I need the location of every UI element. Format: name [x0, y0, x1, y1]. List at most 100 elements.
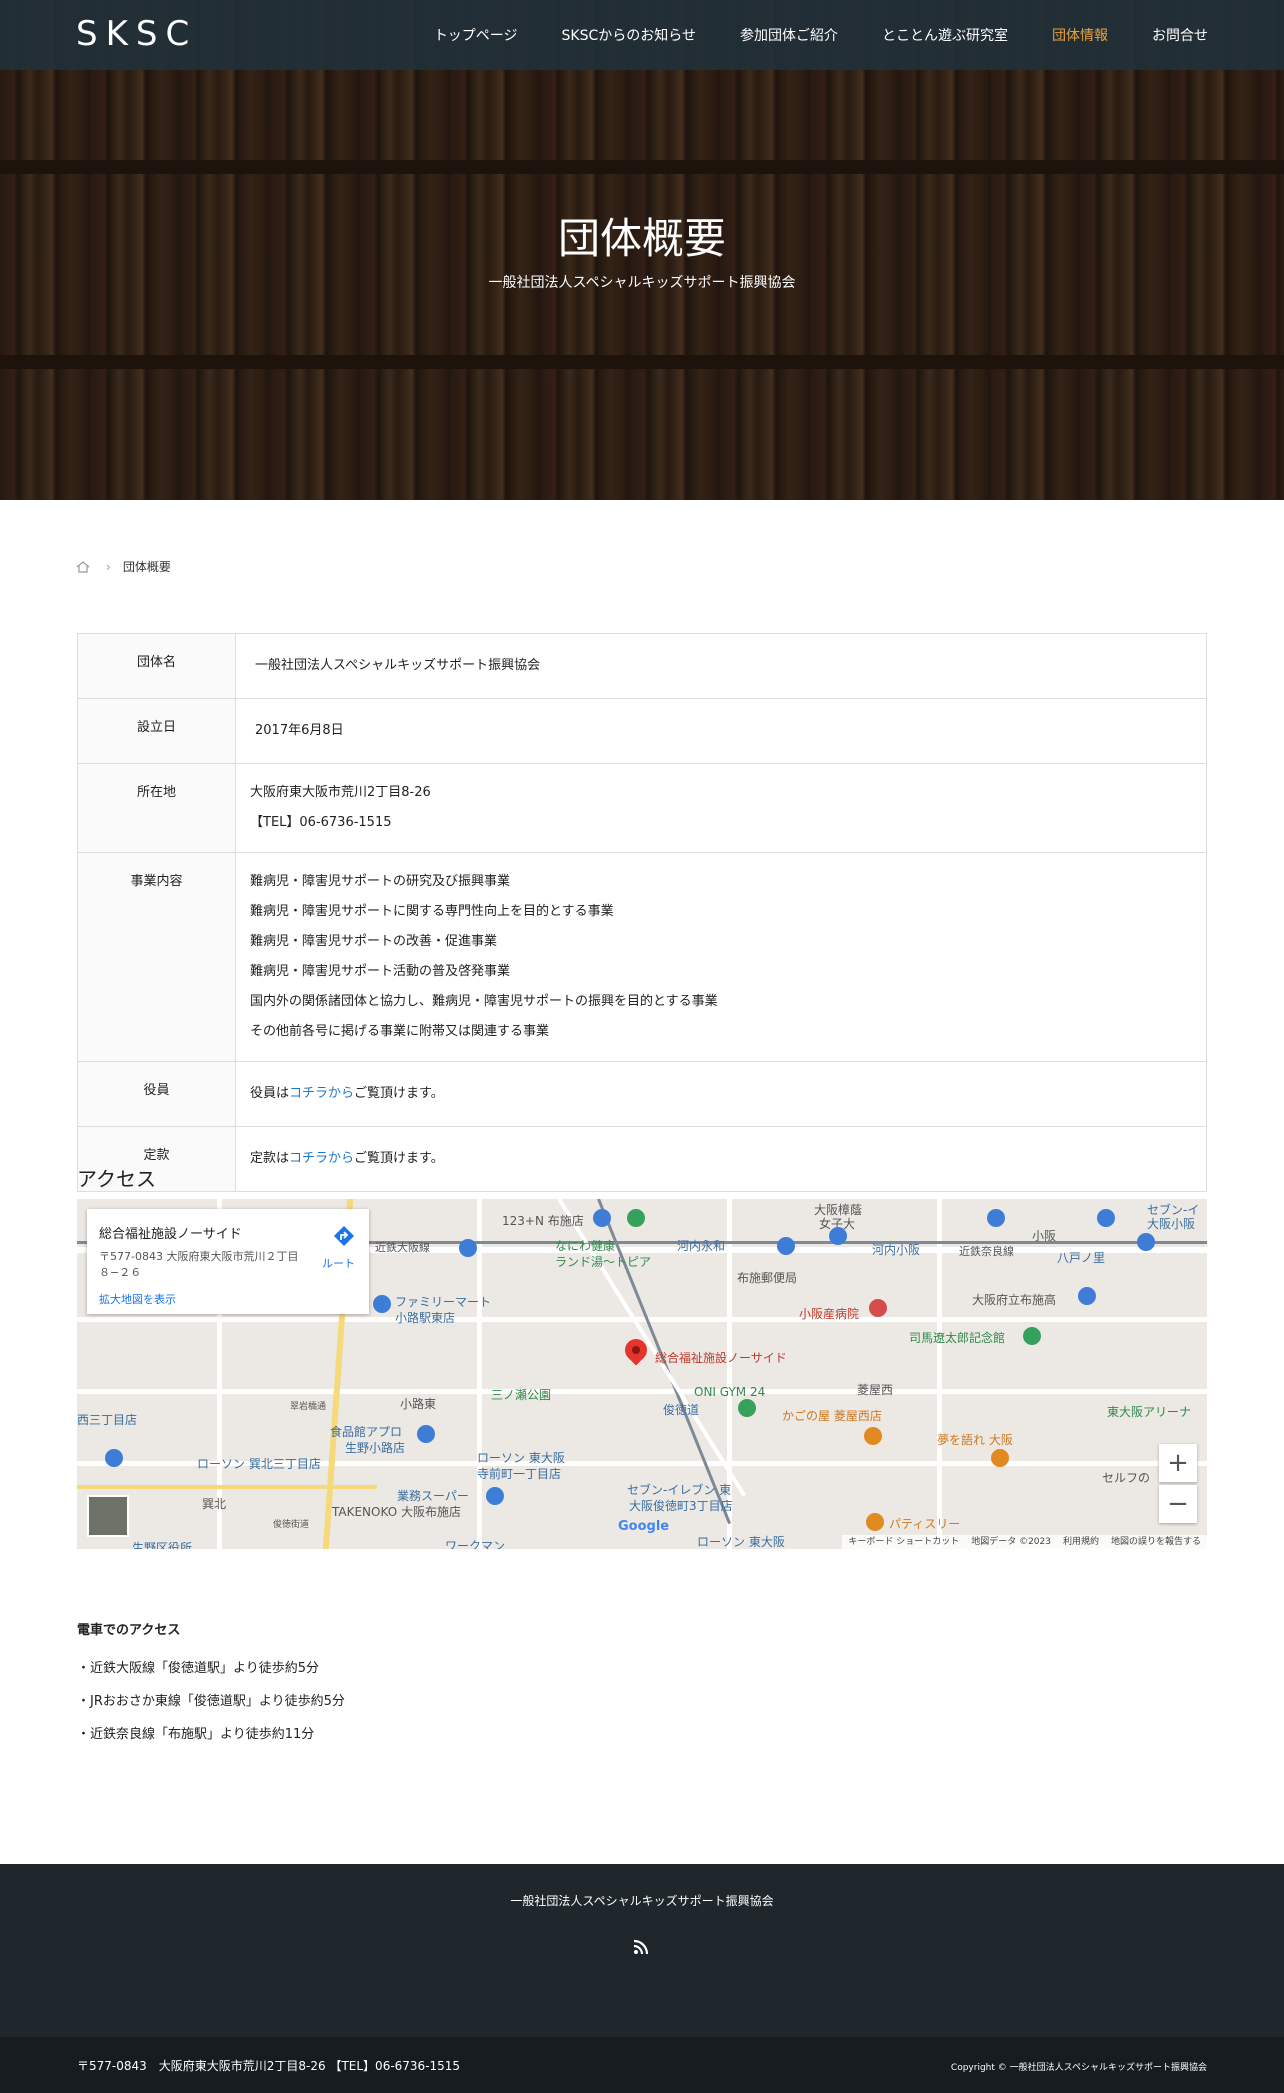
map-label: 八戸ノ里: [1057, 1251, 1106, 1265]
map-label: パティスリー: [889, 1517, 961, 1531]
train-access: 電車でのアクセス ・近鉄大阪線「俊徳道駅」より徒歩約5分 ・JRおおさか東線「俊…: [77, 1619, 345, 1751]
train-access-heading: 電車でのアクセス: [77, 1623, 181, 1638]
map-highway: [77, 1485, 377, 1489]
map-poi-icon[interactable]: [991, 1449, 1009, 1467]
map-poi-icon[interactable]: [1137, 1233, 1155, 1251]
map-label: ファミリーマート: [395, 1295, 492, 1309]
map-label: 寺前町一丁目店: [477, 1467, 562, 1481]
map-label: セルフの: [1102, 1471, 1151, 1485]
business-item: 難病児・障害児サポートの研究及び振興事業: [250, 874, 511, 889]
map-label: ローソン 巽北三丁目店: [197, 1457, 321, 1471]
map-label: 123+N 布施店: [502, 1214, 584, 1228]
site-header: SKSC トップページ SKSCからのお知らせ 参加団体ご紹介 とことん遊ぶ研究…: [0, 0, 1284, 70]
map-label: 業務スーパー: [397, 1489, 469, 1503]
map-label: かごの屋 菱屋西店: [782, 1409, 882, 1423]
map-poi-icon[interactable]: [869, 1299, 887, 1317]
map-road: [77, 1389, 1207, 1394]
nav-lab[interactable]: とことん遊ぶ研究室: [882, 25, 1008, 45]
directions-link[interactable]: ルート: [322, 1255, 355, 1271]
train-access-line: ・JRおおさか東線「俊徳道駅」より徒歩約5分: [77, 1694, 345, 1709]
map-poi-icon[interactable]: [777, 1237, 795, 1255]
rss-icon[interactable]: [632, 1938, 650, 1956]
map-label: 巽北: [202, 1497, 227, 1511]
map-poi-icon[interactable]: [486, 1487, 504, 1505]
satellite-toggle[interactable]: [87, 1495, 129, 1537]
map-poi-icon[interactable]: [987, 1209, 1005, 1227]
train-access-line: ・近鉄奈良線「布施駅」より徒歩約11分: [77, 1727, 315, 1742]
business-item: その他前各号に掲げる事業に附帯又は関連する事業: [250, 1024, 550, 1039]
directions-icon[interactable]: [333, 1225, 355, 1247]
business-item: 難病児・障害児サポートに関する専門性向上を目的とする事業: [250, 904, 614, 919]
map-label: 河内小阪: [872, 1243, 921, 1257]
home-icon[interactable]: [76, 560, 90, 573]
row-label: 事業内容: [77, 852, 236, 1062]
map-label: ランド湯〜トピア: [555, 1255, 652, 1269]
row-value: 定款はコチラからご覧頂けます。: [235, 1126, 1207, 1192]
map-poi-icon[interactable]: [1078, 1287, 1096, 1305]
nav-members[interactable]: 参加団体ご紹介: [740, 25, 838, 45]
organization-info-table: 団体名 一般社団法人スペシャルキッズサポート振興協会 設立日 2017年6月8日…: [77, 633, 1207, 1192]
breadcrumb: › 団体概要: [76, 558, 171, 575]
map-label: 布施郵便局: [737, 1271, 798, 1285]
map-poi-icon[interactable]: [593, 1209, 611, 1227]
view-larger-map-link[interactable]: 拡大地図を表示: [99, 1291, 176, 1307]
zoom-out-button[interactable]: −: [1159, 1485, 1197, 1523]
place-name: 総合福祉施設ノーサイド: [99, 1227, 242, 1242]
map-label: 三ノ瀬公園: [491, 1388, 552, 1402]
articles-link[interactable]: コチラから: [289, 1151, 354, 1166]
map-label: 食品館アプロ: [330, 1425, 403, 1439]
map-poi-icon[interactable]: [829, 1227, 847, 1245]
row-label: 役員: [77, 1061, 236, 1127]
business-item: 難病児・障害児サポート活動の普及啓発事業: [250, 964, 511, 979]
map-label: ローソン 東大阪: [477, 1451, 565, 1465]
site-logo[interactable]: SKSC: [76, 14, 197, 54]
map-label: 近鉄奈良線: [959, 1245, 1014, 1258]
map-poi-icon[interactable]: [417, 1425, 435, 1443]
zoom-in-button[interactable]: +: [1159, 1444, 1197, 1482]
map-label: 司馬遼太郎記念館: [909, 1331, 1006, 1345]
officers-link[interactable]: コチラから: [289, 1086, 354, 1101]
map-poi-icon[interactable]: [864, 1427, 882, 1445]
articles-suffix: ご覧頂けます。: [354, 1151, 444, 1166]
map-poi-icon[interactable]: [1023, 1327, 1041, 1345]
map-label: 翠岩橋通: [290, 1402, 327, 1412]
table-row: 定款 定款はコチラからご覧頂けます。: [77, 1126, 1207, 1192]
nav-contact[interactable]: お問合せ: [1152, 25, 1208, 45]
map-poi-icon[interactable]: [1097, 1209, 1115, 1227]
map-poi-icon[interactable]: [459, 1239, 477, 1257]
map-poi-icon[interactable]: [866, 1513, 884, 1531]
map-label: 西三丁目店: [77, 1413, 138, 1427]
address-line: 大阪府東大阪市荒川2丁目8-26: [250, 785, 431, 800]
map-label: セブン-イレブン 東: [627, 1483, 732, 1497]
keyboard-shortcuts-link[interactable]: キーボード ショートカット: [848, 1535, 959, 1549]
footer-bottom-bar: 〒577-0843 大阪府東大阪市荒川2丁目8-26 【TEL】06-6736-…: [0, 2037, 1284, 2093]
map-label: 小阪産病院: [799, 1307, 860, 1321]
shelf-divider: [0, 160, 1284, 174]
row-value: 一般社団法人スペシャルキッズサポート振興協会: [235, 633, 1207, 699]
report-error-link[interactable]: 地図の誤りを報告する: [1111, 1535, 1201, 1549]
nav-news[interactable]: SKSCからのお知らせ: [562, 25, 696, 45]
map-label: 河内永和: [677, 1239, 726, 1253]
terms-link[interactable]: 利用規約: [1063, 1535, 1099, 1549]
map-road: [77, 1317, 1207, 1322]
breadcrumb-current: 団体概要: [122, 560, 171, 574]
page-title: 団体概要: [557, 214, 726, 263]
hero-banner: 団体概要 一般社団法人スペシャルキッズサポート振興協会: [0, 0, 1284, 500]
map-poi-icon[interactable]: [105, 1449, 123, 1467]
map-data-text: 地図データ ©2023: [971, 1537, 1051, 1547]
officers-suffix: ご覧頂けます。: [354, 1086, 444, 1101]
map-poi-icon[interactable]: [627, 1209, 645, 1227]
map-label: 菱屋西: [857, 1383, 894, 1397]
footer-org-name: 一般社団法人スペシャルキッズサポート振興協会: [510, 1894, 774, 1908]
row-value: 大阪府東大阪市荒川2丁目8-26 【TEL】06-6736-1515: [235, 763, 1207, 853]
map-label: 生野小路店: [345, 1441, 406, 1455]
map-label: 小路駅東店: [395, 1311, 456, 1325]
google-map[interactable]: 123+N 布施店 近鉄大阪線 なにわ健康 ランド湯〜トピア 河内永和 布施郵便…: [77, 1199, 1207, 1549]
map-label: 夢を語れ 大阪: [937, 1433, 1013, 1447]
nav-top[interactable]: トップページ: [434, 25, 518, 45]
map-poi-icon[interactable]: [738, 1399, 756, 1417]
map-road: [937, 1199, 942, 1549]
train-access-line: ・近鉄大阪線「俊徳道駅」より徒歩約5分: [77, 1661, 320, 1676]
nav-about[interactable]: 団体情報: [1052, 25, 1108, 45]
map-poi-icon[interactable]: [373, 1295, 391, 1313]
